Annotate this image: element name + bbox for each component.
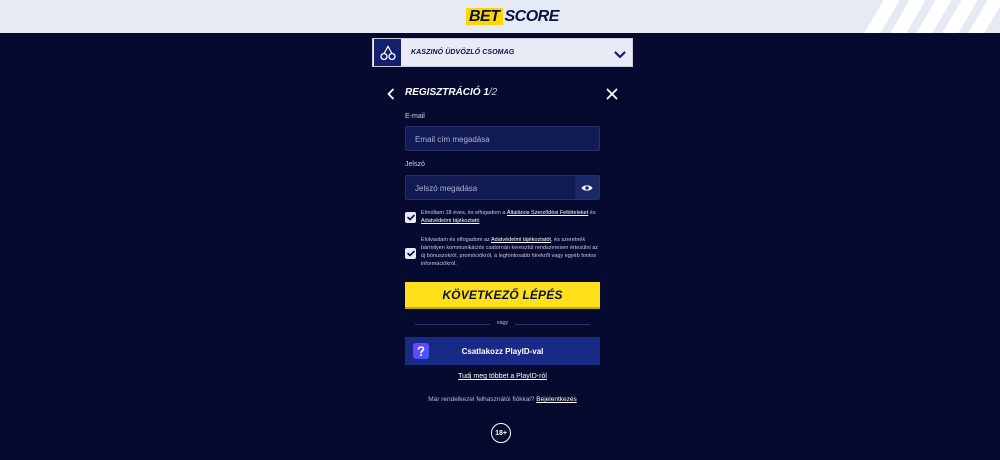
bonus-label: KASZINÓ ÜDVÖZLŐ CSOMAG (411, 49, 515, 56)
page-title: REGISZTRÁCIÓ 1/2 (405, 87, 497, 98)
back-arrow-icon[interactable] (386, 87, 396, 105)
privacy-link[interactable]: Adatvédelmi tájékoztató (421, 218, 479, 224)
learn-more-playid-link[interactable]: Tudj meg többet a PlayID-ról (405, 373, 600, 380)
title-step: /2 (488, 87, 498, 98)
privacy-policy-link[interactable]: Adatvédelmi tájékoztatót (491, 237, 551, 243)
playid-label: Csatlakozz PlayID-val (461, 346, 544, 356)
consent1-text-before: Elmúltam 18 éves, és elfogadom a (421, 210, 507, 216)
checkmark-icon (406, 250, 415, 257)
login-prompt-text: Már rendelkezel felhasználói fiókkal? (428, 396, 537, 403)
or-label: vagy (496, 320, 509, 326)
cherries-icon (374, 39, 401, 66)
or-divider: vagy (405, 320, 600, 328)
age-restriction-badge: 18+ (491, 423, 511, 443)
betscore-logo[interactable]: BET SCORE (466, 8, 559, 25)
registration-header: REGISZTRÁCIÓ 1/2 (386, 86, 620, 102)
email-label: E-mail (405, 113, 425, 120)
logo-bet: BET (466, 8, 503, 25)
email-field[interactable]: Email cím megadása (405, 126, 600, 151)
password-field[interactable]: Jelszó megadása (405, 175, 600, 200)
title-main: REGISZTRÁCIÓ 1 (405, 87, 489, 98)
close-icon[interactable] (606, 87, 618, 105)
marketing-consent-text: Elolvastam és elfogadom az Adatvédelmi t… (421, 236, 603, 268)
playid-button[interactable]: Csatlakozz PlayID-val (405, 337, 600, 365)
top-bar: BET SCORE (0, 0, 1000, 33)
chevron-down-icon[interactable] (614, 47, 626, 65)
password-placeholder: Jelszó megadása (415, 184, 478, 193)
login-link[interactable]: Bejelentkezés (536, 396, 576, 403)
password-label: Jelszó (405, 161, 425, 168)
terms-checkbox[interactable] (405, 212, 416, 223)
login-prompt: Már rendelkezel felhasználói fiókkal? Be… (405, 396, 600, 403)
terms-consent-text: Elmúltam 18 éves, és elfogadom a Általán… (421, 209, 603, 225)
show-password-eye-icon[interactable] (575, 176, 599, 199)
email-placeholder: Email cím megadása (415, 135, 490, 144)
bonus-selector[interactable]: KASZINÓ ÜDVÖZLŐ CSOMAG (372, 38, 633, 67)
marketing-checkbox[interactable] (405, 248, 416, 259)
logo-score: SCORE (504, 8, 560, 25)
checkmark-icon (406, 214, 415, 221)
next-step-button[interactable]: KÖVETKEZŐ LÉPÉS (405, 282, 600, 309)
playid-logo-icon (413, 343, 429, 359)
terms-link[interactable]: Általános Szerződési Feltételeket (507, 210, 588, 216)
consent2-text-before: Elolvastam és elfogadom az (421, 237, 492, 243)
consent1-text-middle: és (588, 210, 596, 216)
